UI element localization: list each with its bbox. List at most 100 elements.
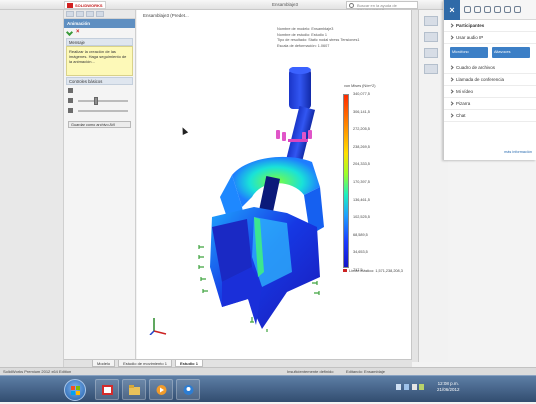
ok-checkmark-icon[interactable] — [65, 28, 74, 37]
legend-tick: 306,141,5 — [353, 109, 370, 114]
accept-cancel-row: × — [64, 28, 135, 37]
help-search-input[interactable]: Buscar en la ayuda de SOLIDWORKS — [346, 1, 418, 13]
play-icon[interactable] — [68, 88, 73, 93]
stress-model-render — [198, 67, 324, 332]
manager-tabs — [64, 10, 135, 19]
app-logo[interactable]: SOLIDWORKS — [64, 1, 106, 9]
yield-marker-icon — [343, 269, 347, 272]
taskbar-lync-app[interactable] — [176, 379, 200, 400]
tray-icons — [396, 384, 424, 390]
message-group-header[interactable]: Mensaje — [66, 38, 133, 46]
title-bar: SOLIDWORKS Ensamblaje3 Buscar en la ayud… — [0, 0, 470, 13]
legend-tick: 34,653,5 — [353, 250, 368, 255]
view-palette-tab-icon[interactable] — [424, 64, 438, 74]
settings-icon[interactable] — [514, 6, 521, 13]
taskbar-solidworks-app[interactable] — [95, 379, 119, 400]
more-info-link[interactable]: más información — [504, 150, 532, 154]
resources-tab-icon[interactable] — [424, 16, 438, 26]
meeting-item-files[interactable]: Cuadro de archivos — [444, 62, 536, 74]
axis-triad-icon — [149, 318, 167, 335]
cancel-icon[interactable]: × — [76, 29, 80, 35]
legend-tick: 238,269,5 — [353, 144, 370, 149]
video-icon[interactable] — [494, 6, 501, 13]
clock-date: 21/06/2012 — [437, 387, 460, 392]
basic-controls-header[interactable]: Controles básicos — [66, 77, 133, 85]
legend-ticks: 340,077,5 306,141,5 272,205,5 238,269,5 … — [353, 92, 370, 272]
chevron-down-icon — [449, 35, 454, 40]
tab-study-1[interactable]: Estudio 1 — [174, 360, 203, 367]
configuration-tab-icon[interactable] — [86, 11, 94, 17]
property-manager-tab-icon[interactable] — [76, 11, 84, 17]
participants-label: Participantes — [456, 23, 485, 28]
meeting-item-conference-call[interactable]: Llamada de conferencia — [444, 74, 536, 86]
status-product: SolidWorks Premium 2012 x64 Edition — [3, 369, 72, 374]
chevron-right-icon — [449, 89, 454, 94]
document-title: Ensamblaje3 — [272, 2, 299, 7]
meeting-item-chat[interactable]: Chat — [444, 110, 536, 122]
logo-text: SOLIDWORKS — [75, 3, 103, 8]
taskbar-explorer-app[interactable] — [122, 379, 146, 400]
stress-color-bar — [343, 94, 349, 268]
meeting-panel: × Participantes Usar audio IP Micrófono … — [443, 0, 536, 160]
viewport-scroll-strip[interactable] — [411, 10, 418, 362]
phone-icon[interactable] — [484, 6, 491, 13]
legend-tick: 272,205,5 — [353, 127, 370, 132]
panel-title: Animación — [64, 19, 135, 28]
feature-tree-tab-icon[interactable] — [66, 11, 74, 17]
taskbar-player-app[interactable] — [149, 379, 173, 400]
graphics-area[interactable]: Ensamblaje3 (Predet... Nombre de modelo:… — [137, 10, 411, 362]
tab-motion-study[interactable]: Estudio de movimiento 1 — [118, 360, 172, 367]
meeting-item-my-video[interactable]: Mi vídeo — [444, 86, 536, 98]
solidworks-icon — [102, 385, 113, 395]
windows-taskbar: 12:08 p.m. 21/06/2012 — [0, 375, 536, 402]
item-label: Cuadro de archivos — [456, 65, 496, 70]
close-icon[interactable]: × — [444, 0, 460, 20]
top-cylinder — [289, 69, 311, 109]
frames-slider-row — [68, 107, 131, 115]
meeting-item-whiteboard[interactable]: Pizarra — [444, 98, 536, 110]
microphone-button[interactable]: Micrófono — [450, 47, 488, 58]
status-definition: Insuficientemente definido — [287, 369, 334, 374]
monitor-icon[interactable] — [464, 6, 471, 13]
design-library-tab-icon[interactable] — [424, 32, 438, 42]
chat-icon[interactable] — [504, 6, 511, 13]
speed-slider-thumb[interactable] — [94, 97, 98, 105]
speed-slider-row — [68, 97, 131, 105]
display-tab-icon[interactable] — [96, 11, 104, 17]
yield-limit-text: Límite elástico: 1,571,238,208,3 — [349, 269, 403, 273]
system-tray — [395, 381, 425, 393]
participants-header[interactable]: Participantes — [444, 20, 536, 32]
speed-slider-track[interactable] — [78, 100, 128, 102]
frames-slider-track[interactable] — [78, 110, 128, 112]
playback-row — [68, 87, 131, 95]
item-label: Llamada de conferencia — [456, 77, 505, 82]
people-icon[interactable] — [474, 6, 481, 13]
message-box: Realizar la creación de las imágenes. Ha… — [66, 46, 133, 76]
property-manager-panel: Animación × Mensaje Realizar la creación… — [64, 10, 136, 362]
legend-tick: 340,077,5 — [353, 92, 370, 96]
info-line: Tipo de resultado: Static nodal stress T… — [277, 38, 360, 42]
audio-row[interactable]: Usar audio IP — [444, 32, 536, 44]
taskbar-clock[interactable]: 12:08 p.m. 21/06/2012 — [437, 381, 460, 393]
folder-icon — [129, 385, 140, 395]
viewport-title: Ensamblaje3 (Predet... — [143, 13, 189, 18]
study-info: Nombre de modelo: Ensamblaje3 Nombre de … — [277, 27, 360, 49]
legend-tick: 102,525,5 — [353, 215, 370, 220]
legend-tick: 170,397,5 — [353, 179, 370, 184]
solidworks-window: SOLIDWORKS Ensamblaje3 Buscar en la ayud… — [0, 0, 536, 402]
file-explorer-tab-icon[interactable] — [424, 48, 438, 58]
audio-label: Usar audio IP — [456, 35, 484, 40]
tab-model[interactable]: Modelo — [92, 360, 116, 367]
start-button[interactable] — [64, 379, 86, 401]
audio-buttons: Micrófono Altavoces — [444, 44, 536, 62]
chevron-right-icon — [449, 65, 454, 70]
chevron-right-icon — [449, 101, 454, 106]
speakers-button[interactable]: Altavoces — [492, 47, 530, 58]
legend-title: von Mises (N/m^2) — [344, 84, 376, 88]
legend-tick: 68,589,5 — [353, 232, 368, 237]
info-line: Escala de deformación: 1.0607 — [277, 43, 330, 48]
logo-mark — [67, 3, 73, 8]
search-icon — [349, 3, 354, 8]
save-avi-button[interactable]: Guardar como archivo AVI — [68, 121, 131, 128]
status-bar: SolidWorks Premium 2012 x64 Edition Insu… — [0, 367, 536, 375]
